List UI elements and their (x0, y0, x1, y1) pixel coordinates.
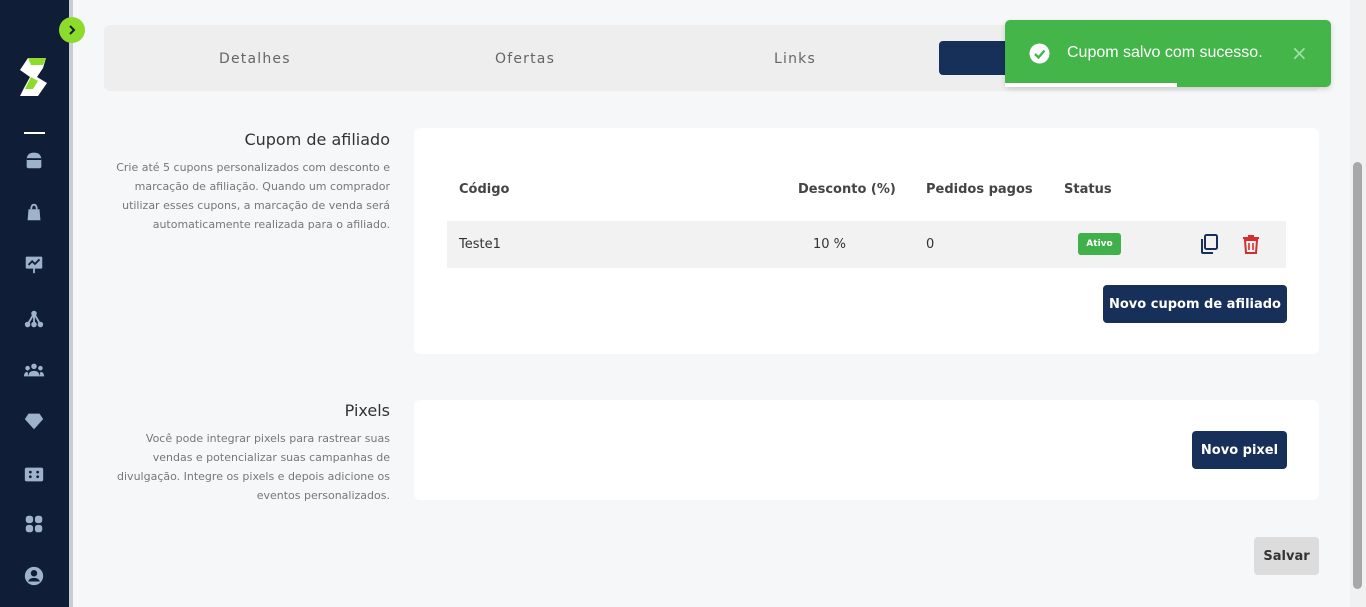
affiliate-coupon-description: Crie até 5 cupons personalizados com des… (116, 161, 390, 231)
diamond-icon[interactable] (22, 409, 46, 433)
sidebar-expand-button[interactable] (59, 17, 85, 43)
column-header-paid-orders: Pedidos pagos (926, 182, 1033, 197)
users-icon[interactable] (22, 358, 46, 382)
bag-icon[interactable] (22, 200, 46, 224)
tab-links[interactable]: Links (774, 51, 816, 67)
logo-icon (20, 58, 47, 96)
success-toast: Cupom salvo com sucesso. × (1005, 20, 1331, 87)
new-pixel-button[interactable]: Novo pixel (1192, 431, 1287, 469)
toast-message: Cupom salvo com sucesso. (1067, 44, 1263, 61)
apps-grid-icon[interactable] (22, 512, 46, 536)
table-row (447, 221, 1286, 268)
presentation-chart-icon[interactable] (22, 252, 46, 276)
chevron-right-icon (69, 25, 76, 35)
tab-ofertas[interactable]: Ofertas (495, 51, 555, 67)
account-icon[interactable] (22, 564, 46, 588)
toast-progress (1005, 83, 1177, 87)
column-header-discount: Desconto (%) (798, 182, 896, 197)
ticket-icon[interactable] (22, 462, 46, 486)
pixels-description: Você pode integrar pixels para rastrear … (117, 432, 390, 502)
pixels-title: Pixels (344, 401, 390, 420)
coupon-discount: 10 % (813, 237, 847, 252)
column-header-code: Código (459, 182, 510, 197)
column-header-status: Status (1064, 182, 1112, 197)
network-icon[interactable] (22, 307, 46, 331)
home-icon[interactable] (22, 148, 46, 172)
tab-detalhes[interactable]: Detalhes (219, 51, 291, 67)
save-button[interactable]: Salvar (1254, 537, 1319, 575)
coupon-code: Teste1 (459, 237, 501, 252)
sidebar-edge (69, 0, 73, 607)
sidebar-divider (24, 132, 45, 134)
coupon-paid-orders: 0 (926, 237, 935, 252)
copy-icon[interactable] (1198, 233, 1220, 255)
check-circle-icon (1029, 43, 1050, 64)
new-affiliate-coupon-button[interactable]: Novo cupom de afiliado (1103, 285, 1287, 323)
trash-icon[interactable] (1240, 233, 1262, 255)
scrollbar-thumb[interactable] (1353, 162, 1362, 589)
status-badge: Ativo (1078, 233, 1121, 255)
sidebar (0, 0, 69, 607)
affiliate-coupon-title: Cupom de afiliado (244, 130, 390, 149)
pixels-card (414, 400, 1319, 500)
toast-close-button[interactable]: × (1291, 41, 1308, 65)
